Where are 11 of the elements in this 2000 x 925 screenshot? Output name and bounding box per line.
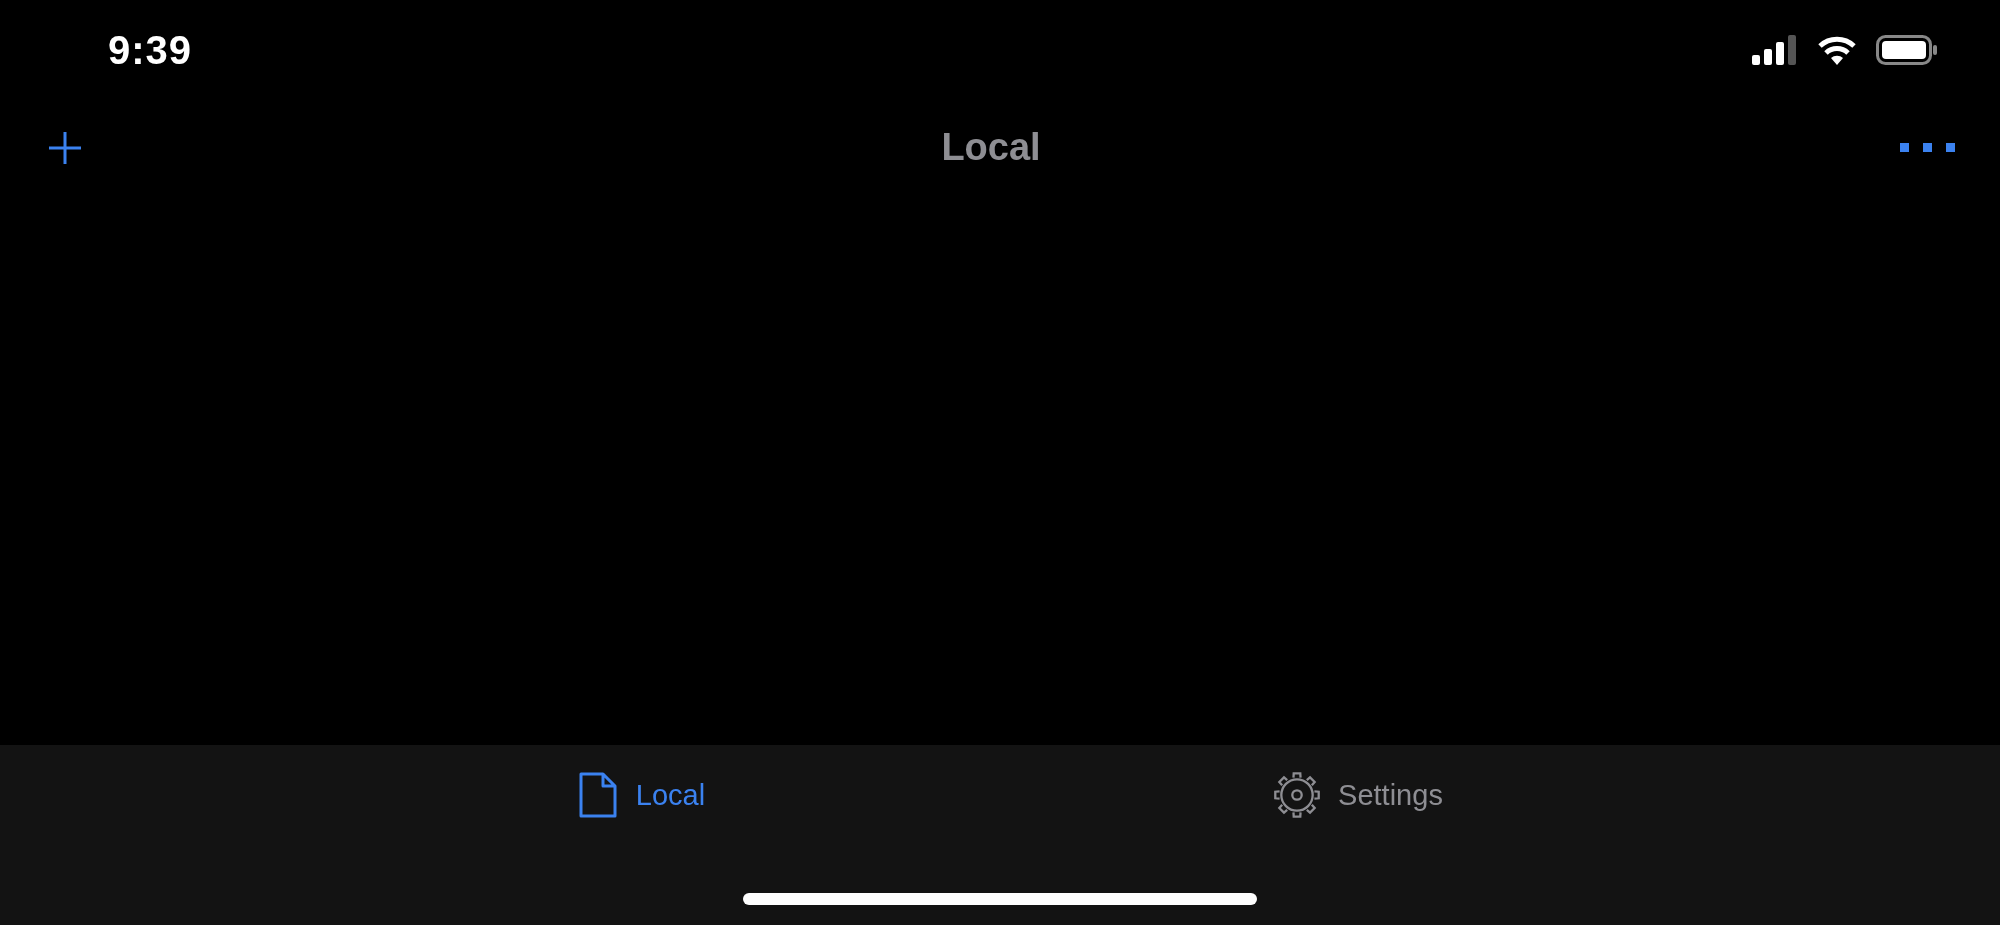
nav-title: Local [941,126,1041,169]
tab[interactable]: Settings [1000,771,1717,819]
status-time: 9:39 [108,27,193,73]
battery-icon [1876,35,1938,65]
document-icon [577,771,618,819]
wifi-icon [1816,35,1858,65]
gear-icon [1274,772,1321,818]
signal-icon [1752,35,1798,65]
more-icon[interactable] [1900,142,1956,153]
add-icon[interactable] [48,130,82,165]
tab[interactable]: Local [283,771,1000,819]
